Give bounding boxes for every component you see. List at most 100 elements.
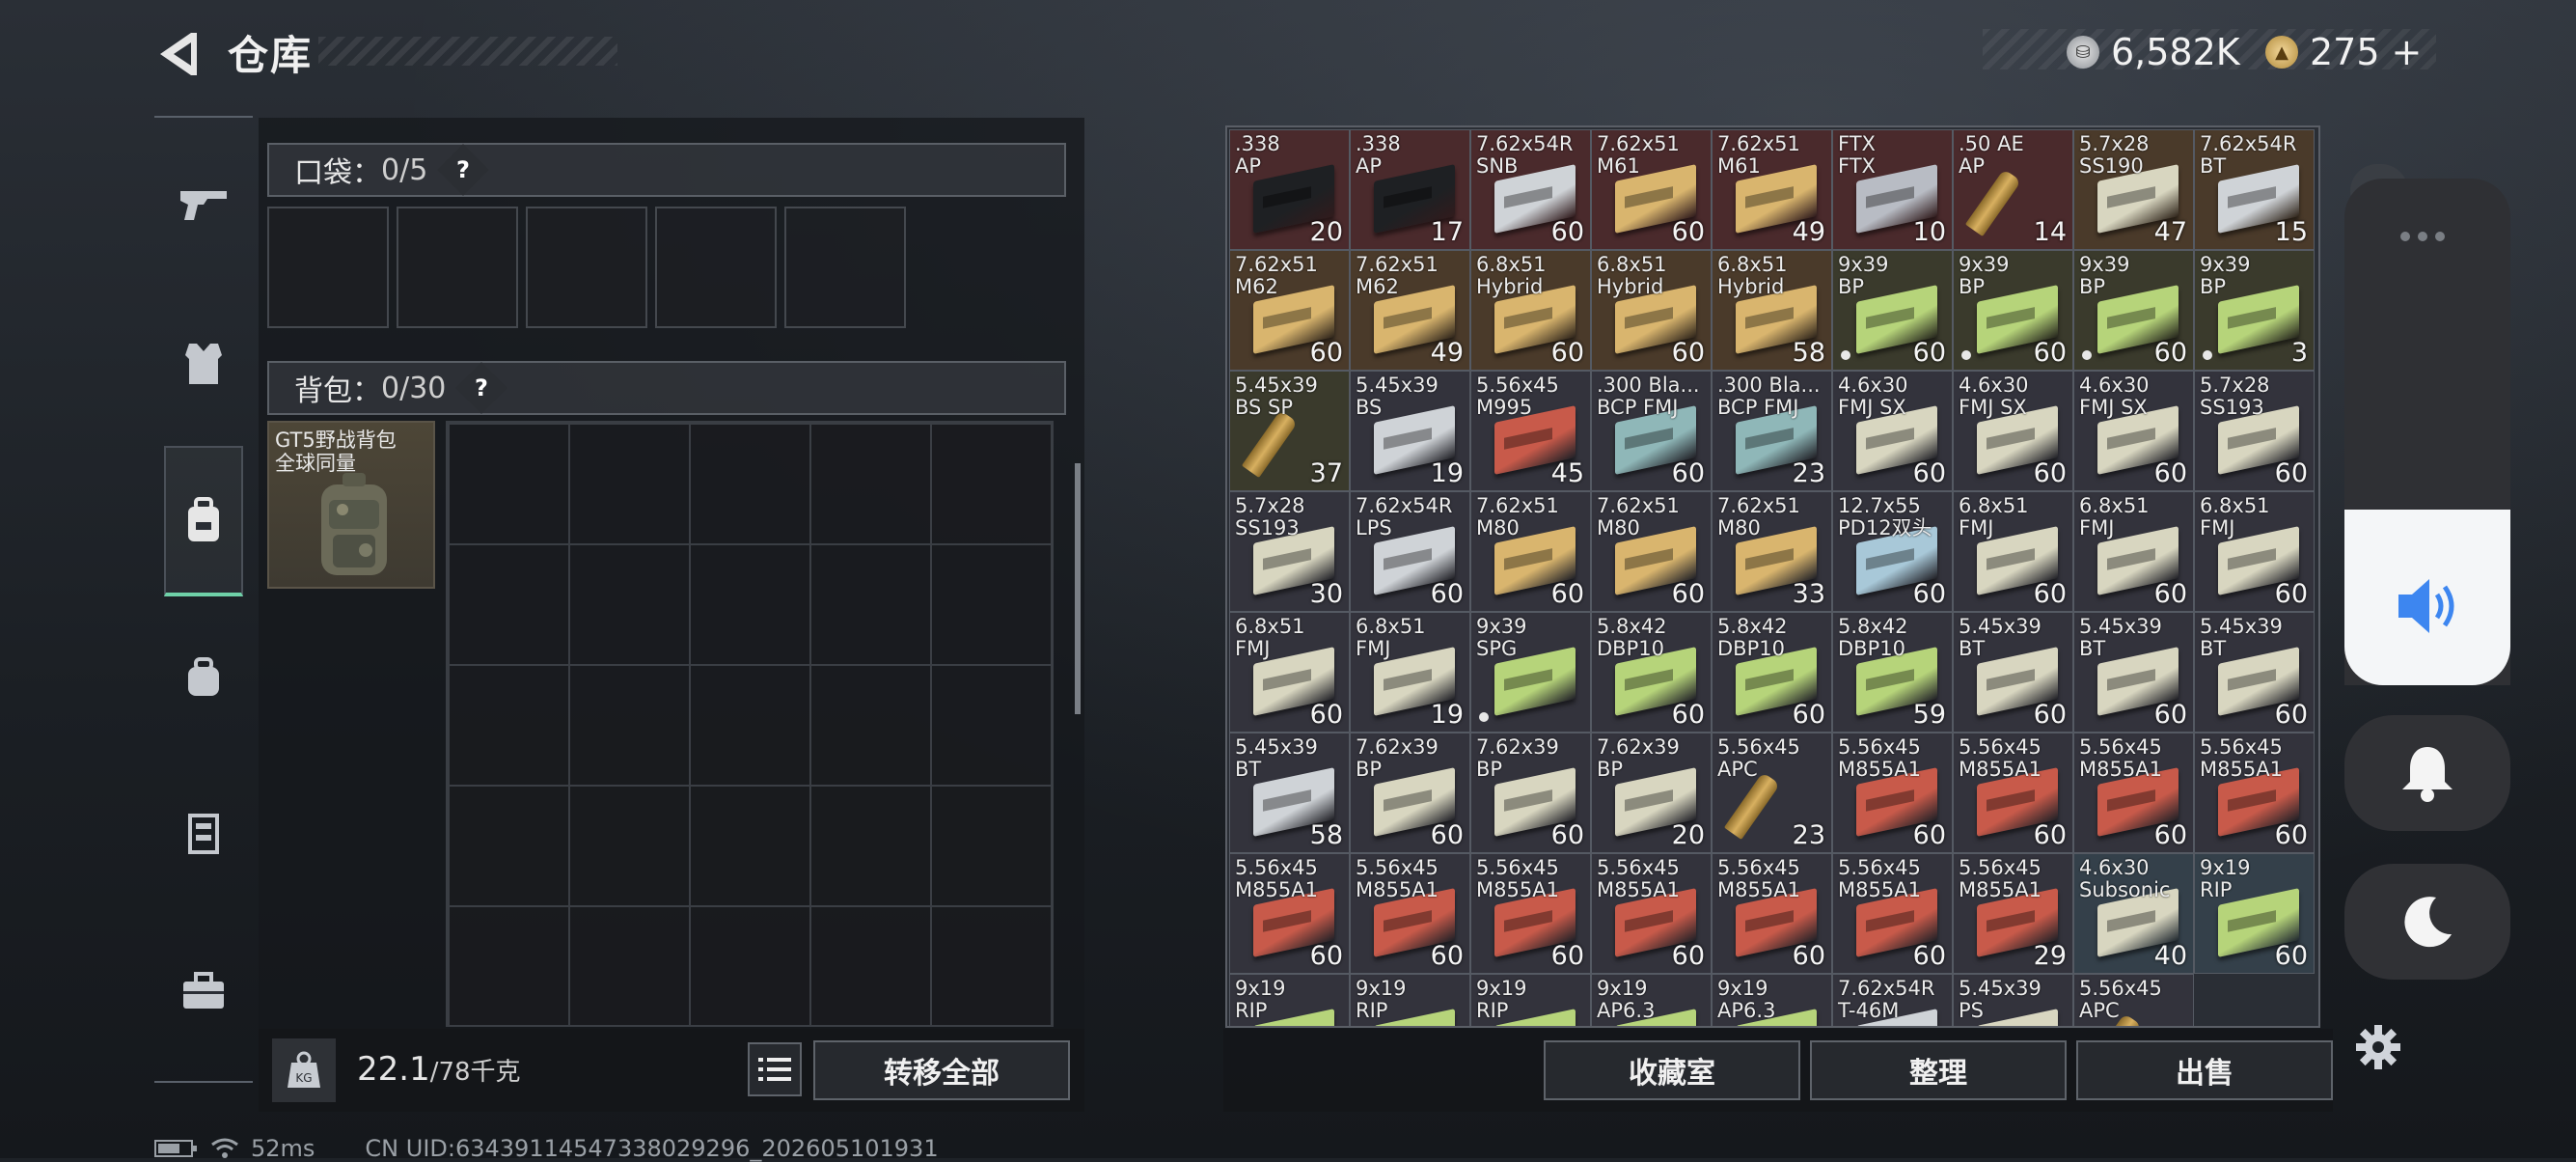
pocket-slot-4[interactable] <box>655 207 777 328</box>
ammo-slot[interactable]: 5.56x45 M855A1 60 <box>1712 853 1832 974</box>
nav-rig[interactable] <box>154 760 253 904</box>
ammo-slot[interactable]: 6.8x51 FMJ 60 <box>1953 491 2073 612</box>
ammo-slot[interactable]: 5.56x45 M855A1 60 <box>1832 853 1953 974</box>
ammo-slot[interactable]: 5.45x39 BT 60 <box>2073 612 2194 733</box>
ammo-slot[interactable]: 5.56x45 APC 23 <box>1712 733 1832 853</box>
ammo-slot[interactable]: 5.56x45 APC <box>2073 974 2194 1026</box>
ammo-slot[interactable]: 7.62x51 M61 49 <box>1712 129 1832 250</box>
ammo-slot[interactable]: 9x39 SPG <box>1470 612 1591 733</box>
ammo-slot[interactable]: 5.56x45 M855A1 60 <box>2194 733 2315 853</box>
ammo-slot[interactable]: 9x19 AP6.3 <box>1712 974 1832 1026</box>
ammo-slot[interactable]: 7.62x39 BP 60 <box>1470 733 1591 853</box>
ammo-slot[interactable]: 6.8x51 FMJ 19 <box>1350 612 1470 733</box>
ammo-slot[interactable]: 9x39 BP 60 <box>1832 250 1953 371</box>
ammo-slot[interactable]: .338 AP 20 <box>1229 129 1350 250</box>
more-dots-icon[interactable] <box>2400 232 2445 241</box>
nav-weapons[interactable] <box>154 132 253 277</box>
ammo-slot[interactable]: 9x39 BP 60 <box>2073 250 2194 371</box>
ammo-slot[interactable]: 5.56x45 M855A1 60 <box>1953 733 2073 853</box>
nav-bag[interactable] <box>154 605 253 750</box>
ammo-slot[interactable]: 5.56x45 M855A1 60 <box>1229 853 1350 974</box>
ammo-slot[interactable]: .300 Bla... BCP FMJ 23 <box>1712 371 1832 491</box>
ammo-slot[interactable]: 7.62x51 M80 33 <box>1712 491 1832 612</box>
collection-button[interactable]: 收藏室 <box>1544 1040 1800 1100</box>
ammo-slot[interactable]: 9x19 RIP <box>1229 974 1350 1026</box>
ammo-slot[interactable]: FTX FTX 10 <box>1832 129 1953 250</box>
ammo-slot[interactable]: 7.62x51 M80 60 <box>1591 491 1712 612</box>
ammo-slot[interactable]: 7.62x54R SNB 60 <box>1470 129 1591 250</box>
ammo-slot[interactable]: 5.56x45 M855A1 60 <box>1470 853 1591 974</box>
list-view-button[interactable] <box>748 1042 802 1096</box>
ammo-slot[interactable]: 5.45x39 BT 58 <box>1229 733 1350 853</box>
ammo-slot[interactable]: 7.62x54R LPS 60 <box>1350 491 1470 612</box>
equipped-backpack[interactable]: GT5野战背包 全球同量 <box>267 421 435 589</box>
ammo-slot[interactable]: 5.56x45 M995 45 <box>1470 371 1591 491</box>
ammo-slot[interactable]: 5.8x42 DBP10 60 <box>1712 612 1832 733</box>
ammo-slot[interactable]: 7.62x51 M61 60 <box>1591 129 1712 250</box>
pocket-slot-5[interactable] <box>784 207 906 328</box>
ammo-slot[interactable]: 9x19 RIP 60 <box>2194 853 2315 974</box>
add-gold-button[interactable]: + <box>2392 31 2423 73</box>
ammo-slot[interactable]: 7.62x39 BP 20 <box>1591 733 1712 853</box>
ammo-slot[interactable]: 5.45x39 BS 19 <box>1350 371 1470 491</box>
equipment-scrollbar[interactable] <box>1075 463 1081 714</box>
ammo-slot[interactable]: 9x19 RIP <box>1470 974 1591 1026</box>
stash-grid[interactable]: .338 AP 20.338 AP 17 7.62x54R SNB 60 7.62x51 … <box>1225 125 2320 1028</box>
ammo-slot[interactable]: 5.56x45 M855A1 60 <box>2073 733 2194 853</box>
ammo-slot[interactable]: 6.8x51 FMJ 60 <box>2073 491 2194 612</box>
ammo-slot[interactable]: 4.6x30 Subsonic 40 <box>2073 853 2194 974</box>
ammo-slot[interactable]: 7.62x54R BT 15 <box>2194 129 2315 250</box>
ammo-slot[interactable]: 5.56x45 M855A1 60 <box>1591 853 1712 974</box>
ammo-slot[interactable]: 4.6x30 FMJ SX 60 <box>2073 371 2194 491</box>
ammo-slot[interactable]: 7.62x51 M62 60 <box>1229 250 1350 371</box>
ammo-slot[interactable]: 6.8x51 FMJ 60 <box>1229 612 1350 733</box>
ammo-slot[interactable]: 5.45x39 BS SP 37 <box>1229 371 1350 491</box>
ammo-slot[interactable]: 9x39 BP 60 <box>1953 250 2073 371</box>
nav-backpack[interactable] <box>164 446 243 596</box>
pocket-slot-3[interactable] <box>526 207 647 328</box>
ammo-slot[interactable]: .338 AP 17 <box>1350 129 1470 250</box>
ammo-slot[interactable]: 5.8x42 DBP10 60 <box>1591 612 1712 733</box>
ammo-slot[interactable]: 6.8x51 Hybrid 60 <box>1591 250 1712 371</box>
nav-armor[interactable] <box>154 291 253 436</box>
sort-button[interactable]: 整理 <box>1810 1040 2067 1100</box>
transfer-all-button[interactable]: 转移全部 <box>813 1040 1070 1100</box>
ammo-slot[interactable]: 9x19 RIP <box>1350 974 1470 1026</box>
ammo-slot[interactable]: 9x19 AP6.3 <box>1591 974 1712 1026</box>
ammo-slot[interactable]: 5.56x45 M855A1 60 <box>1350 853 1470 974</box>
ammo-slot[interactable]: 5.56x45 M855A1 29 <box>1953 853 2073 974</box>
ammo-slot[interactable]: 5.8x42 DBP10 59 <box>1832 612 1953 733</box>
ammo-slot[interactable]: .50 AE AP 14 <box>1953 129 2073 250</box>
settings-button[interactable] <box>2354 1023 2402 1075</box>
gold-currency[interactable]: ▲ 275 + <box>2265 31 2422 73</box>
ammo-slot[interactable]: 4.6x30 FMJ SX 60 <box>1832 371 1953 491</box>
ammo-slot[interactable]: 6.8x51 FMJ 60 <box>2194 491 2315 612</box>
ammo-slot[interactable]: 4.6x30 FMJ SX 60 <box>1953 371 2073 491</box>
silver-currency[interactable]: ⛁ 6,582K <box>2067 31 2240 73</box>
back-button[interactable] <box>152 27 201 81</box>
notification-toggle[interactable] <box>2344 715 2510 831</box>
ammo-slot[interactable]: 5.7x28 SS193 30 <box>1229 491 1350 612</box>
backpack-grid[interactable] <box>446 421 1054 1027</box>
ammo-slot[interactable]: 7.62x51 M62 49 <box>1350 250 1470 371</box>
ammo-slot[interactable]: 6.8x51 Hybrid 58 <box>1712 250 1832 371</box>
ammo-slot[interactable]: 7.62x39 BP 60 <box>1350 733 1470 853</box>
ammo-slot[interactable]: 5.56x45 M855A1 60 <box>1832 733 1953 853</box>
sell-button[interactable]: 出售 <box>2076 1040 2333 1100</box>
backpack-help-icon[interactable]: ? <box>455 362 508 414</box>
pocket-slot-1[interactable] <box>267 207 389 328</box>
ammo-slot[interactable]: 7.62x54R T-46M <box>1832 974 1953 1026</box>
ammo-slot[interactable]: 5.45x39 PS <box>1953 974 2073 1026</box>
ammo-slot[interactable]: 5.7x28 SS190 47 <box>2073 129 2194 250</box>
pocket-slot-2[interactable] <box>397 207 518 328</box>
ammo-slot[interactable]: .300 Bla... BCP FMJ 60 <box>1591 371 1712 491</box>
ammo-slot[interactable]: 5.7x28 SS193 60 <box>2194 371 2315 491</box>
ammo-slot[interactable]: 5.45x39 BT 60 <box>1953 612 2073 733</box>
pocket-help-icon[interactable]: ? <box>437 144 490 196</box>
ammo-slot[interactable]: 5.45x39 BT 60 <box>2194 612 2315 733</box>
ammo-slot[interactable]: 9x39 BP 3 <box>2194 250 2315 371</box>
ammo-slot[interactable]: 12.7x55 PD12双头 60 <box>1832 491 1953 612</box>
nav-case[interactable] <box>154 919 253 1064</box>
ammo-slot[interactable]: 6.8x51 Hybrid 60 <box>1470 250 1591 371</box>
ammo-slot[interactable]: 7.62x51 M80 60 <box>1470 491 1591 612</box>
